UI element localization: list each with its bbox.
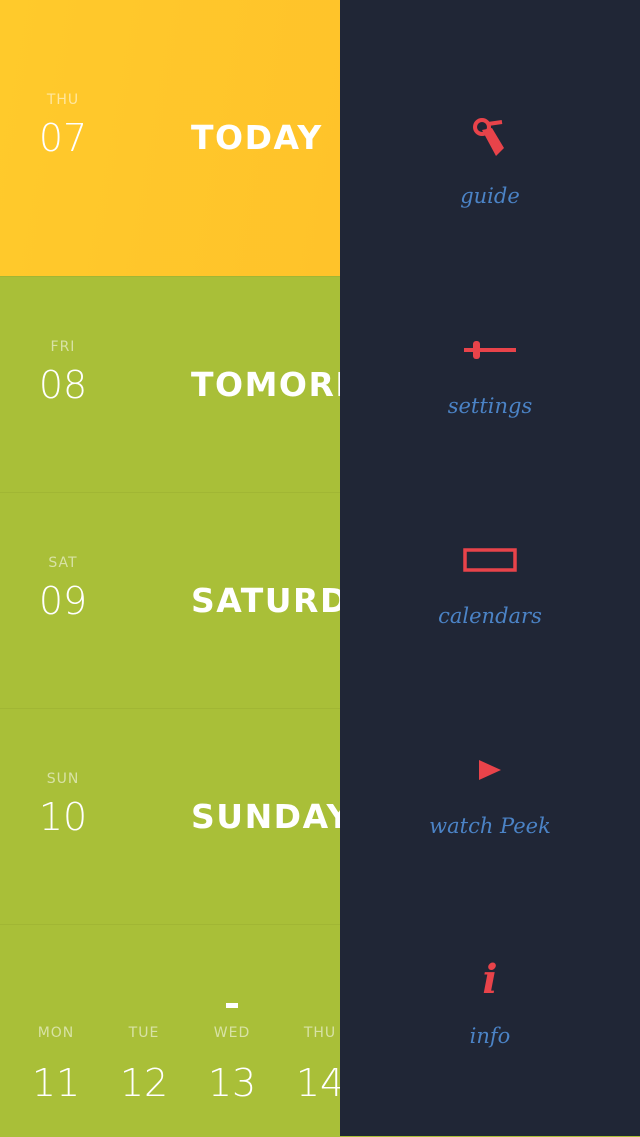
- week-day-number: 11: [31, 1061, 81, 1105]
- day-number: 09: [38, 579, 88, 623]
- menu-label: info: [469, 1024, 511, 1048]
- day-label: TODAY: [191, 118, 323, 157]
- info-glyph: i: [482, 956, 498, 1003]
- current-week-marker: [226, 1003, 238, 1008]
- guide-icon: [340, 108, 640, 168]
- week-day-number: 12: [119, 1061, 169, 1105]
- menu-item-settings[interactable]: settings: [340, 276, 640, 486]
- menu-item-calendars[interactable]: calendars: [340, 486, 640, 696]
- day-abbr: FRI: [50, 339, 76, 355]
- day-abbr: SUN: [46, 771, 80, 787]
- side-menu: guide settings calendars watch Peek i in…: [340, 0, 640, 1136]
- day-abbr: THU: [46, 92, 80, 108]
- menu-label: guide: [460, 184, 520, 208]
- menu-item-info[interactable]: i info: [340, 906, 640, 1116]
- play-icon: [340, 740, 640, 800]
- week-day-abbr: MON: [37, 1025, 75, 1041]
- menu-label: settings: [447, 394, 533, 418]
- day-number: 08: [38, 363, 88, 407]
- menu-label: calendars: [438, 604, 542, 628]
- info-icon: i: [340, 950, 640, 1010]
- slider-icon: [340, 320, 640, 380]
- rectangle-icon: [340, 530, 640, 590]
- day-abbr: SAT: [48, 555, 78, 571]
- day-number: 10: [38, 795, 88, 839]
- day-number: 07: [38, 116, 88, 160]
- week-day-number: 13: [207, 1061, 257, 1105]
- menu-item-watch-peek[interactable]: watch Peek: [340, 696, 640, 906]
- week-day-abbr: TUE: [128, 1025, 160, 1041]
- menu-item-guide[interactable]: guide: [340, 0, 640, 276]
- week-day-abbr: WED: [213, 1025, 251, 1041]
- menu-label: watch Peek: [429, 814, 551, 838]
- day-label: SUNDAY: [191, 797, 352, 836]
